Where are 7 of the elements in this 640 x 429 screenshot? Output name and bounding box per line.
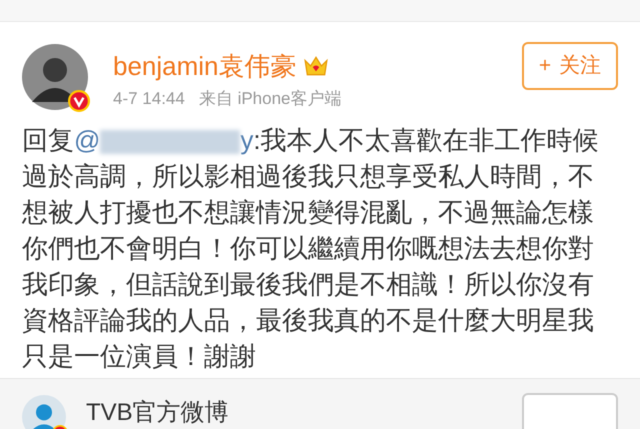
avatar-icon[interactable] xyxy=(22,44,88,110)
post-time: 4-7 14:44 xyxy=(113,88,185,110)
post-source[interactable]: 来自 iPhone客户端 xyxy=(198,86,342,112)
author-name[interactable]: TVB官方微博 xyxy=(86,398,229,426)
author-name[interactable]: benjamin袁伟豪 xyxy=(113,50,297,82)
follow-button[interactable]: + 关注 xyxy=(522,42,618,90)
post-text: 回复@ y:我本人不太喜歡在非工作時候過於高調，所以影相過後我只想享受私人時間，不想被人打擾也不想讓情況變得混亂，不過無論怎樣你們也不會明白！你可以繼續用你嘅想法去想你對我印象，但話說到最後我們是不相識！所以你沒有資格評論我的人品，最後我真的不是什麼大明星我只是一位演員！謝謝 xyxy=(22,124,600,372)
